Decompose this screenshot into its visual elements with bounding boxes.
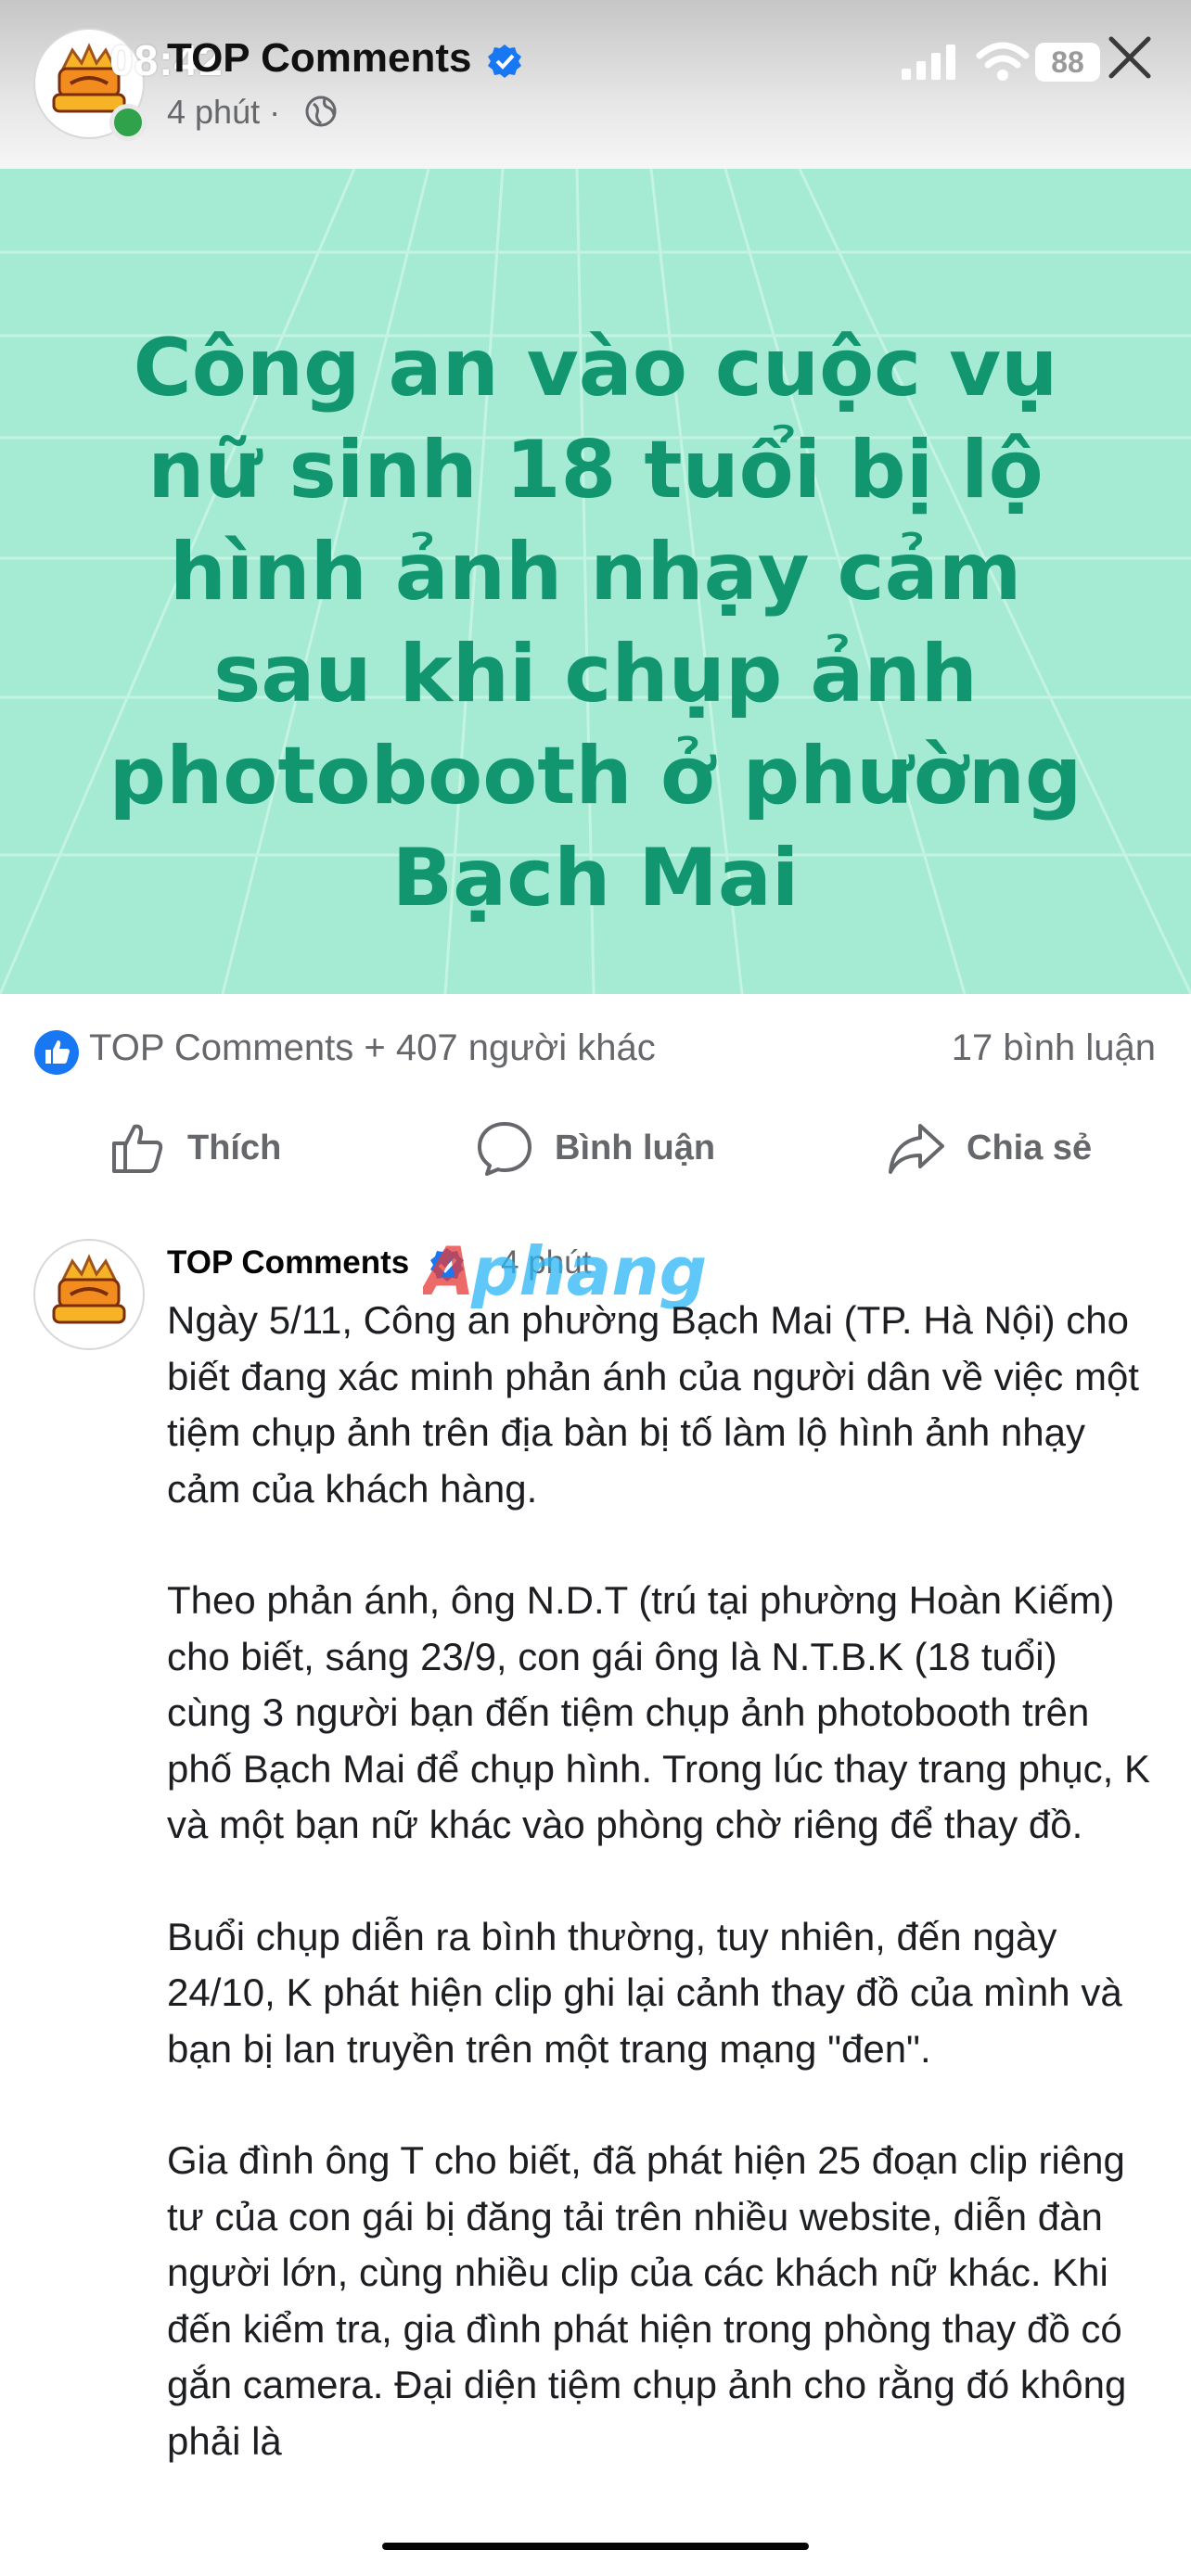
- handle-bar: [382, 2543, 809, 2550]
- verified-badge-icon: [430, 1248, 464, 1282]
- share-arrow-icon: [889, 1124, 944, 1174]
- comment-count[interactable]: 17 bình luận: [952, 1027, 1156, 1069]
- comment-author[interactable]: TOP Comments: [167, 1244, 409, 1282]
- comment-text: Ngày 5/11, Công an phường Bạch Mai (TP. …: [167, 1293, 1150, 2525]
- signal-icon: [902, 45, 955, 80]
- post-header-bar: 08:42 TOP Comments 4 phút · 88: [0, 0, 1191, 169]
- share-label: Chia sẻ: [967, 1128, 1093, 1167]
- comment-paragraph: Gia đình ông T cho biết, đã phát hiện 25…: [167, 2138, 1127, 2463]
- comment-label: Bình luận: [555, 1128, 716, 1167]
- commenter-avatar[interactable]: [33, 1239, 145, 1350]
- like-reaction-icon[interactable]: [33, 1029, 80, 1076]
- globe-icon: [305, 96, 337, 127]
- comment-bubble-icon: [478, 1122, 531, 1176]
- verified-badge-icon: [488, 45, 521, 78]
- comment-time: 4 phút: [501, 1244, 592, 1281]
- like-button[interactable]: Thích: [109, 1103, 281, 1192]
- comment-paragraph: Theo phản ánh, ông N.D.T (trú tại phường…: [167, 1578, 1151, 1846]
- online-status-dot: [109, 104, 147, 141]
- comment-paragraph: Buổi chụp diễn ra bình thường, tuy nhiên…: [167, 1914, 1122, 2071]
- comment-button[interactable]: Bình luận: [475, 1103, 715, 1192]
- banner-headline: Công an vào cuộc vụ nữ sinh 18 tuổi bị l…: [109, 322, 1082, 925]
- post-time: 4 phút ·: [167, 93, 280, 132]
- like-label: Thích: [187, 1128, 282, 1167]
- battery-indicator: 88: [1035, 43, 1100, 82]
- post-time-text: 4 phút: [167, 93, 261, 131]
- comment-paragraph: Ngày 5/11, Công an phường Bạch Mai (TP. …: [167, 1298, 1139, 1511]
- post-image-banner[interactable]: Công an vào cuộc vụ nữ sinh 18 tuổi bị l…: [0, 169, 1191, 994]
- wifi-icon: [976, 42, 1030, 81]
- close-icon[interactable]: [1104, 32, 1156, 83]
- reaction-summary[interactable]: TOP Comments + 407 người khác: [89, 1027, 656, 1069]
- meta-separator: ·: [269, 93, 281, 131]
- page-name[interactable]: TOP Comments: [167, 35, 471, 82]
- thumbs-up-icon: [112, 1124, 163, 1173]
- share-button[interactable]: Chia sẻ: [887, 1103, 1092, 1192]
- top-comments-logo: [37, 1243, 141, 1346]
